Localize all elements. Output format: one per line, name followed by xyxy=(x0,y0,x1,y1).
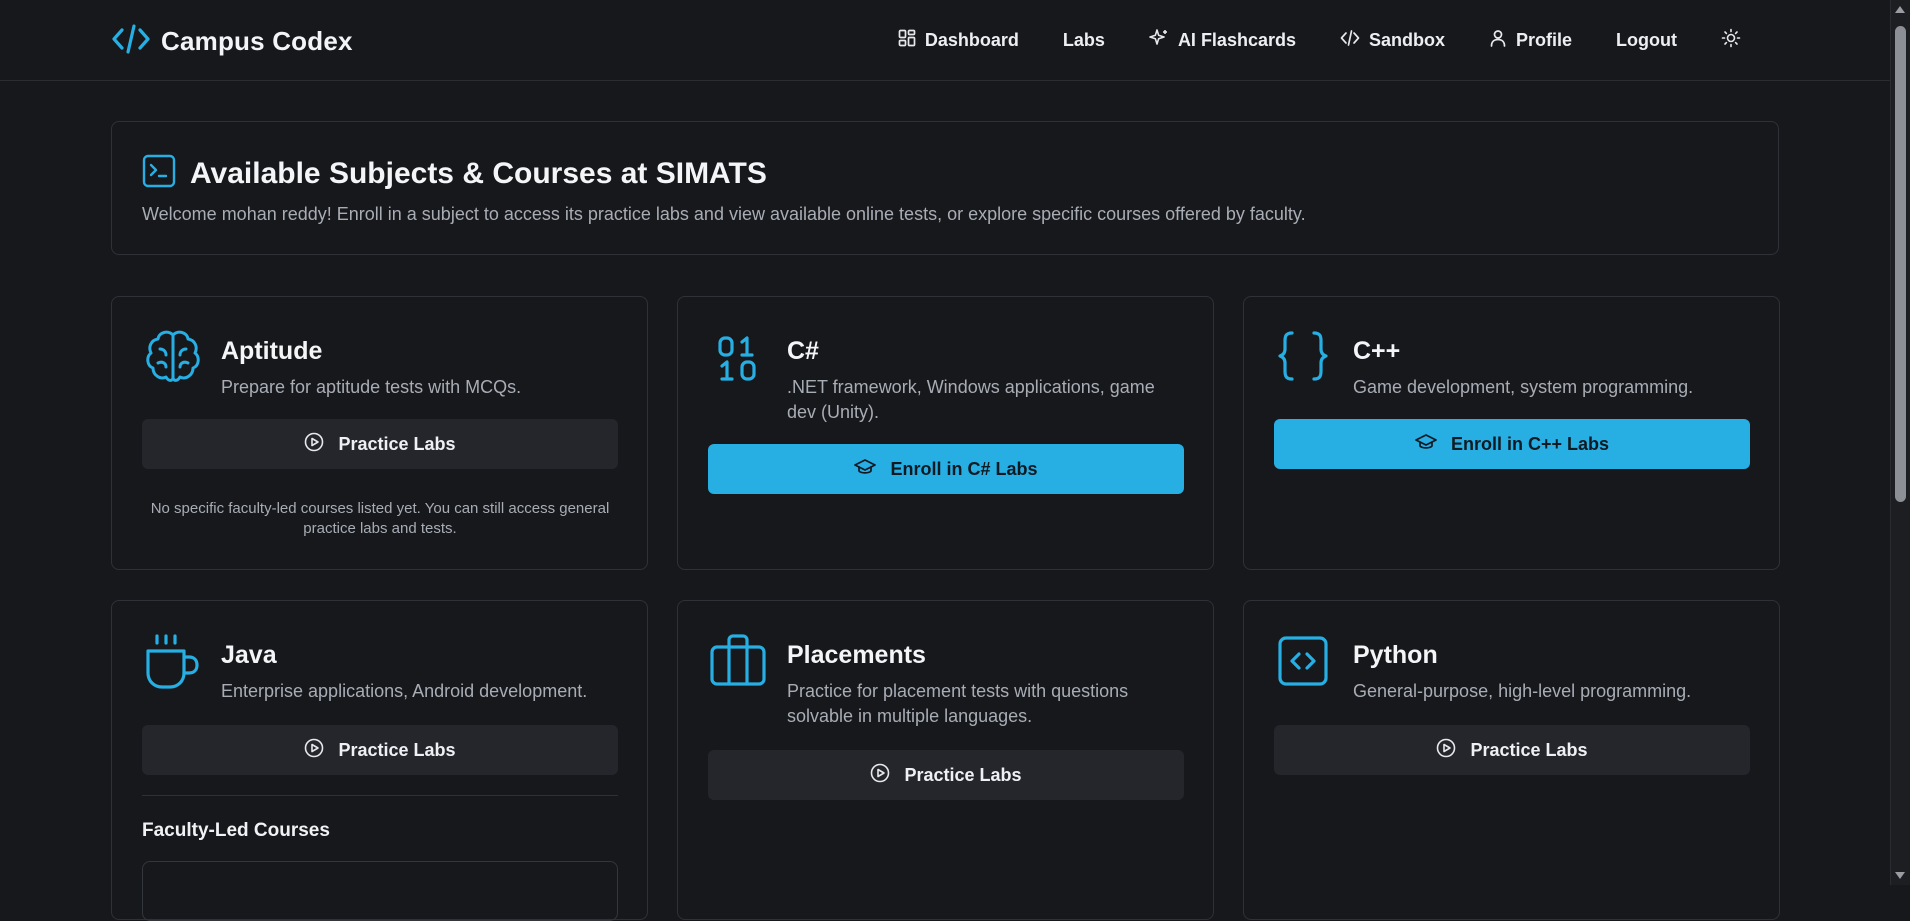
section-divider xyxy=(142,795,618,796)
terminal-icon xyxy=(142,154,176,193)
nav-ai-flashcards[interactable]: AI Flashcards xyxy=(1149,28,1296,53)
coffee-icon xyxy=(144,633,202,696)
page-title: Available Subjects & Courses at SIMATS xyxy=(190,156,767,190)
main-nav: Dashboard Labs AI Flashcards Sandbox Pro… xyxy=(898,0,1741,80)
subject-title: Aptitude xyxy=(221,337,323,365)
subject-description: General-purpose, high-level programming. xyxy=(1353,681,1692,701)
nav-dashboard[interactable]: Dashboard xyxy=(898,29,1019,52)
subject-card-csharp: C# .NET framework, Windows applications,… xyxy=(677,296,1214,570)
nav-dashboard-label: Dashboard xyxy=(924,29,1019,50)
practice-labs-label: Practice Labs xyxy=(1470,739,1588,760)
header-title-row: Available Subjects & Courses at SIMATS xyxy=(142,154,767,193)
practice-labs-label: Practice Labs xyxy=(338,433,456,454)
scroll-down-arrow-icon[interactable] xyxy=(1895,872,1905,879)
subject-description: .NET framework, Windows applications, ga… xyxy=(787,377,1155,422)
theme-toggle-button[interactable] xyxy=(1721,28,1741,53)
subject-description: Enterprise applications, Android develop… xyxy=(221,681,588,701)
brand-logo[interactable]: Campus Codex xyxy=(111,22,353,61)
enroll-cpp-button[interactable]: Enroll in C++ Labs xyxy=(1274,419,1750,469)
subject-title: C# xyxy=(787,337,819,365)
graduation-cap-icon xyxy=(1415,433,1437,456)
subject-title: Java xyxy=(221,641,277,669)
practice-labs-button[interactable]: Practice Labs xyxy=(708,750,1184,800)
nav-ai-flashcards-label: AI Flashcards xyxy=(1177,29,1296,50)
nav-logout-label: Logout xyxy=(1616,29,1677,50)
nav-logout[interactable]: Logout xyxy=(1616,30,1677,51)
play-circle-icon xyxy=(304,432,324,457)
brand-title: Campus Codex xyxy=(161,26,353,56)
page-scrollbar[interactable] xyxy=(1890,0,1910,885)
brain-icon xyxy=(144,327,202,390)
subject-description: Practice for placement tests with questi… xyxy=(787,681,1129,726)
practice-labs-button[interactable]: Practice Labs xyxy=(1274,725,1750,775)
subjects-header-card: Available Subjects & Courses at SIMATS W… xyxy=(111,121,1779,255)
nav-sandbox[interactable]: Sandbox xyxy=(1340,29,1445,52)
play-circle-icon xyxy=(870,763,890,788)
play-circle-icon xyxy=(1436,738,1456,763)
practice-labs-label: Practice Labs xyxy=(338,739,456,760)
binary-icon xyxy=(718,335,760,388)
no-courses-note: No specific faculty-led courses listed y… xyxy=(150,500,610,537)
nav-profile-label: Profile xyxy=(1516,29,1573,50)
subject-description: Prepare for aptitude tests with MCQs. xyxy=(221,377,522,397)
graduation-cap-icon xyxy=(854,458,877,481)
briefcase-icon xyxy=(709,633,767,692)
practice-labs-label: Practice Labs xyxy=(904,764,1022,785)
practice-labs-button[interactable]: Practice Labs xyxy=(142,725,618,775)
nav-sandbox-label: Sandbox xyxy=(1368,29,1445,50)
dashboard-grid-icon xyxy=(898,29,916,52)
play-circle-icon xyxy=(304,738,324,763)
faculty-course-card[interactable] xyxy=(142,861,618,921)
braces-icon xyxy=(1276,329,1330,388)
subject-card-java: Java Enterprise applications, Android de… xyxy=(111,600,648,921)
practice-labs-button[interactable]: Practice Labs xyxy=(142,419,618,469)
subject-description: Game development, system programming. xyxy=(1353,377,1694,397)
sun-icon xyxy=(1721,28,1741,53)
scroll-up-arrow-icon[interactable] xyxy=(1895,6,1905,13)
code-icon xyxy=(111,22,151,61)
subject-title: C++ xyxy=(1353,337,1401,365)
subject-card-python: Python General-purpose, high-level progr… xyxy=(1243,600,1780,920)
code-square-icon xyxy=(1277,635,1329,692)
enroll-csharp-button[interactable]: Enroll in C# Labs xyxy=(708,444,1184,494)
top-navbar: Campus Codex Dashboard Labs AI Flashcard… xyxy=(0,0,1891,81)
nav-labs-label: Labs xyxy=(1062,29,1105,50)
enroll-button-label: Enroll in C++ Labs xyxy=(1450,433,1610,454)
subject-card-placements: Placements Practice for placement tests … xyxy=(677,600,1214,920)
sparkle-icon xyxy=(1149,28,1169,53)
subject-title: Python xyxy=(1353,641,1438,669)
faculty-led-courses-heading: Faculty-Led Courses xyxy=(142,820,330,841)
page-subtitle: Welcome mohan reddy! Enroll in a subject… xyxy=(142,204,1306,224)
subject-title: Placements xyxy=(787,641,926,669)
code-icon xyxy=(1340,29,1360,52)
subject-card-aptitude: Aptitude Prepare for aptitude tests with… xyxy=(111,296,648,570)
nav-labs[interactable]: Labs xyxy=(1063,30,1105,51)
subject-card-cpp: C++ Game development, system programming… xyxy=(1243,296,1780,570)
user-icon xyxy=(1489,29,1507,52)
scrollbar-thumb[interactable] xyxy=(1895,26,1906,502)
nav-profile[interactable]: Profile xyxy=(1489,29,1572,52)
enroll-button-label: Enroll in C# Labs xyxy=(890,458,1038,479)
